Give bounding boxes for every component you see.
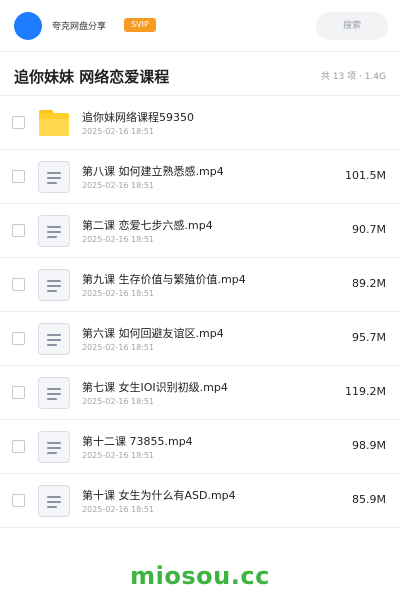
file-date: 2025-02-16 18:51 — [82, 181, 155, 190]
file-row[interactable]: 第十课 女生为什么有ASD.mp4 2025-02-16 18:51 85.9M — [0, 474, 400, 528]
video-file-icon — [38, 215, 70, 247]
file-row[interactable]: 第六课 如何回避友谊区.mp4 2025-02-16 18:51 95.7M — [0, 312, 400, 366]
folder-icon-shape — [39, 110, 69, 136]
video-file-icon — [38, 377, 70, 409]
select-checkbox[interactable] — [12, 224, 25, 237]
file-date: 2025-02-16 18:51 — [82, 343, 155, 352]
select-checkbox[interactable] — [12, 278, 25, 291]
file-icon-shape — [38, 215, 70, 247]
sharer-name: 夸克网盘分享 — [52, 22, 107, 32]
select-checkbox[interactable] — [12, 440, 25, 453]
select-checkbox[interactable] — [12, 494, 25, 507]
file-row[interactable]: 第二课 恋爱七步六感.mp4 2025-02-16 18:51 90.7M — [0, 204, 400, 258]
video-file-icon — [38, 323, 70, 355]
watermark-text: miosou.cc — [130, 562, 270, 590]
file-name[interactable]: 第八课 如何建立熟悉感.mp4 — [82, 163, 224, 179]
svip-badge: SVIP — [124, 18, 156, 32]
file-size: 95.7M — [352, 331, 386, 344]
video-file-icon — [38, 431, 70, 463]
file-date: 2025-02-16 18:51 — [82, 397, 155, 406]
file-icon-shape — [38, 431, 70, 463]
search-input[interactable]: 搜索 — [316, 12, 388, 40]
select-checkbox[interactable] — [12, 386, 25, 399]
folder-row[interactable]: 追你妹网络课程59350 2025-02-16 18:51 — [0, 96, 400, 150]
file-date: 2025-02-16 18:51 — [82, 235, 155, 244]
file-name[interactable]: 第二课 恋爱七步六感.mp4 — [82, 217, 213, 233]
folder-icon — [38, 107, 70, 139]
file-size: 98.9M — [352, 439, 386, 452]
footer: miosou.cc — [0, 552, 400, 600]
file-name[interactable]: 第九课 生存价值与繁殖价值.mp4 — [82, 271, 246, 287]
video-file-icon — [38, 485, 70, 517]
file-icon-shape — [38, 377, 70, 409]
item-count-size: 共 13 项 · 1.4G — [320, 72, 386, 82]
avatar[interactable] — [14, 12, 42, 40]
file-size: 101.5M — [345, 169, 386, 182]
page-title: 追你妹妹 网络恋爱课程 — [14, 68, 170, 86]
select-checkbox[interactable] — [12, 116, 25, 129]
file-size: 119.2M — [345, 385, 386, 398]
select-checkbox[interactable] — [12, 332, 25, 345]
file-date: 2025-02-16 18:51 — [82, 505, 155, 514]
file-icon-shape — [38, 323, 70, 355]
file-row[interactable]: 第七课 女生IOI识别初级.mp4 2025-02-16 18:51 119.2M — [0, 366, 400, 420]
file-name[interactable]: 第十课 女生为什么有ASD.mp4 — [82, 487, 236, 503]
file-row[interactable]: 第十二课 73855.mp4 2025-02-16 18:51 98.9M — [0, 420, 400, 474]
file-size: 90.7M — [352, 223, 386, 236]
file-list: 追你妹网络课程59350 2025-02-16 18:51 第八课 如何建立熟悉感.… — [0, 96, 400, 528]
file-date: 2025-02-16 18:51 — [82, 451, 155, 460]
file-name[interactable]: 第十二课 73855.mp4 — [82, 433, 193, 449]
file-row[interactable]: 第八课 如何建立熟悉感.mp4 2025-02-16 18:51 101.5M — [0, 150, 400, 204]
file-size: 85.9M — [352, 493, 386, 506]
file-icon-shape — [38, 161, 70, 193]
file-row[interactable]: 第九课 生存价值与繁殖价值.mp4 2025-02-16 18:51 89.2M — [0, 258, 400, 312]
file-name[interactable]: 第六课 如何回避友谊区.mp4 — [82, 325, 224, 341]
file-size: 89.2M — [352, 277, 386, 290]
file-name[interactable]: 第七课 女生IOI识别初级.mp4 — [82, 379, 228, 395]
video-file-icon — [38, 161, 70, 193]
file-date: 2025-02-16 18:51 — [82, 289, 155, 298]
select-checkbox[interactable] — [12, 170, 25, 183]
file-name[interactable]: 追你妹网络课程59350 — [82, 109, 194, 125]
file-icon-shape — [38, 269, 70, 301]
top-bar: 夸克网盘分享 SVIP 搜索 — [0, 0, 400, 52]
file-icon-shape — [38, 485, 70, 517]
video-file-icon — [38, 269, 70, 301]
file-date: 2025-02-16 18:51 — [82, 127, 155, 136]
share-header: 追你妹妹 网络恋爱课程 共 13 项 · 1.4G — [0, 52, 400, 96]
